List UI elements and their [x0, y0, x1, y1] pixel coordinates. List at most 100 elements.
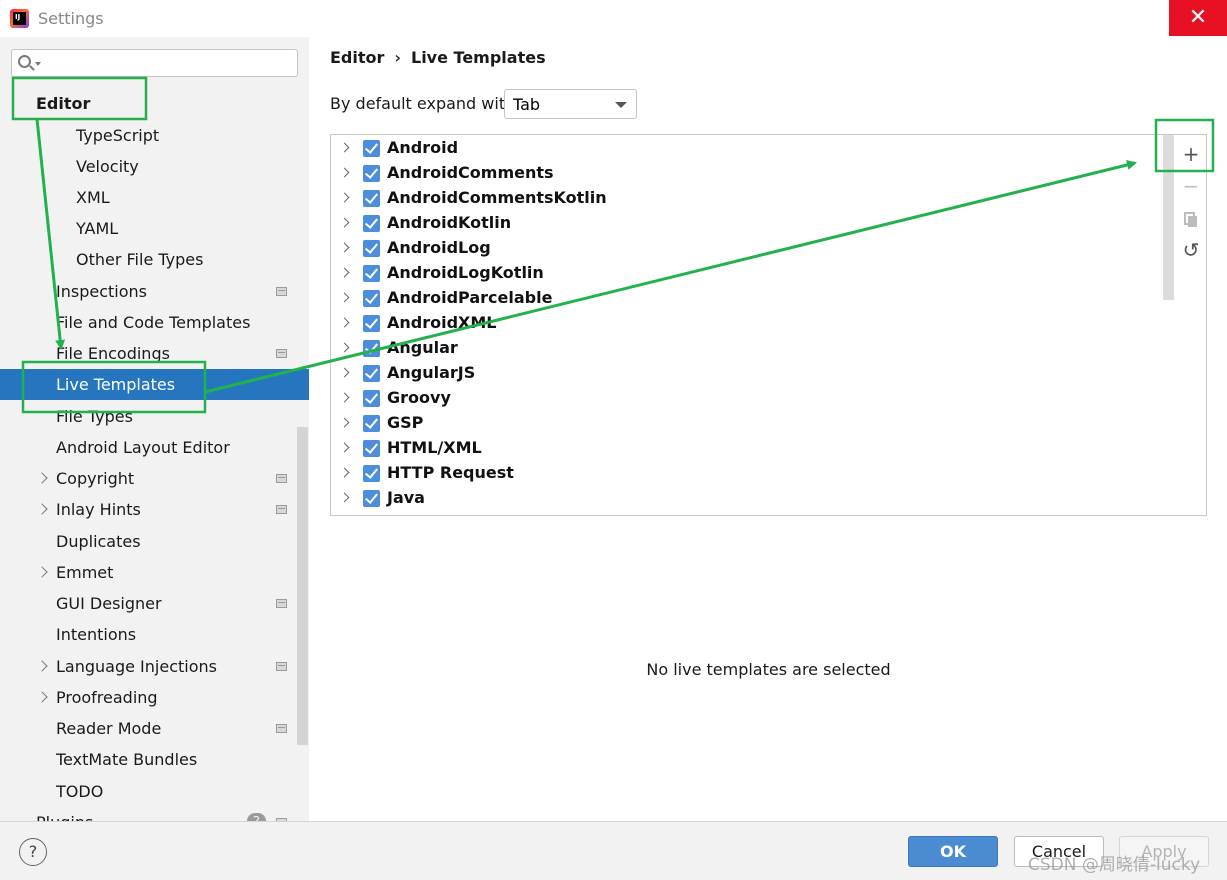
sidebar-item-label: File and Code Templates	[56, 313, 251, 332]
chevron-right-icon[interactable]	[36, 691, 48, 703]
sidebar-item-editor[interactable]: Editor	[0, 88, 309, 119]
template-group-row[interactable]: AndroidXML	[331, 311, 1176, 336]
sidebar-item-reader-mode[interactable]: Reader Mode	[0, 713, 309, 744]
template-group-row[interactable]: AndroidParcelable	[331, 286, 1176, 311]
sidebar-item-emmet[interactable]: Emmet	[0, 557, 309, 588]
copy-template-button[interactable]	[1176, 204, 1206, 232]
chevron-right-icon[interactable]	[36, 566, 48, 578]
template-group-checkbox[interactable]	[363, 215, 380, 232]
ok-button[interactable]: OK	[908, 836, 998, 867]
add-template-button[interactable]: +	[1176, 140, 1206, 168]
expand-chevron-icon[interactable]	[339, 167, 350, 178]
template-group-row[interactable]: HTML/XML	[331, 436, 1176, 461]
sidebar-item-copyright[interactable]: Copyright	[0, 463, 309, 494]
sidebar-item-label: Copyright	[56, 469, 135, 488]
template-group-checkbox[interactable]	[363, 165, 380, 182]
sidebar-item-android-layout-editor[interactable]: Android Layout Editor	[0, 432, 309, 463]
sidebar-item-label: Emmet	[56, 563, 114, 582]
sidebar-item-proofreading[interactable]: Proofreading	[0, 682, 309, 713]
template-group-checkbox[interactable]	[363, 340, 380, 357]
template-group-row[interactable]: Groovy	[331, 386, 1176, 411]
template-group-name: GSP	[387, 413, 424, 432]
sidebar-item-gui-designer[interactable]: GUI Designer	[0, 588, 309, 619]
sidebar-item-language-injections[interactable]: Language Injections	[0, 651, 309, 682]
template-group-checkbox[interactable]	[363, 440, 380, 457]
template-group-row[interactable]: AndroidLogKotlin	[331, 261, 1176, 286]
sidebar-item-inlay-hints[interactable]: Inlay Hints	[0, 494, 309, 525]
template-group-row[interactable]: AndroidKotlin	[331, 211, 1176, 236]
settings-sidebar: Editor TypeScript Velocity XML YAML Other Fil…	[0, 37, 309, 821]
sidebar-item-label: Android Layout Editor	[56, 438, 230, 457]
breadcrumb-separator: ›	[394, 48, 401, 67]
sidebar-item-textmate-bundles[interactable]: TextMate Bundles	[0, 744, 309, 775]
sidebar-scrollbar[interactable]	[297, 427, 308, 745]
template-group-checkbox[interactable]	[363, 240, 380, 257]
template-group-checkbox[interactable]	[363, 415, 380, 432]
expand-chevron-icon[interactable]	[339, 417, 350, 428]
expand-chevron-icon[interactable]	[339, 492, 350, 503]
search-input[interactable]	[11, 49, 298, 77]
expand-chevron-icon[interactable]	[339, 292, 350, 303]
sidebar-item-file-types[interactable]: File Types	[0, 401, 309, 432]
remove-template-button[interactable]: −	[1176, 172, 1206, 200]
template-group-row[interactable]: HTTP Request	[331, 461, 1176, 486]
sidebar-item-live-templates[interactable]: Live Templates	[0, 369, 309, 400]
sidebar-item-label: Editor	[36, 94, 91, 113]
sidebar-item-other-file-types[interactable]: Other File Types	[0, 244, 309, 275]
expand-chevron-icon[interactable]	[339, 317, 350, 328]
sidebar-item-xml[interactable]: XML	[0, 182, 309, 213]
breadcrumb-parent[interactable]: Editor	[330, 48, 384, 67]
expand-chevron-icon[interactable]	[339, 367, 350, 378]
search-history-chevron-icon[interactable]	[35, 62, 41, 66]
sidebar-item-todo[interactable]: TODO	[0, 776, 309, 807]
sidebar-item-plugins[interactable]: Plugins 2	[0, 807, 309, 821]
template-group-checkbox[interactable]	[363, 140, 380, 157]
template-group-checkbox[interactable]	[363, 490, 380, 507]
expand-chevron-icon[interactable]	[339, 442, 350, 453]
sidebar-item-label: Inlay Hints	[56, 500, 141, 519]
help-button[interactable]: ?	[19, 838, 47, 866]
expand-chevron-icon[interactable]	[339, 242, 350, 253]
empty-selection-message: No live templates are selected	[646, 660, 891, 679]
expand-chevron-icon[interactable]	[339, 192, 350, 203]
sidebar-item-intentions[interactable]: Intentions	[0, 619, 309, 650]
expand-with-select[interactable]: Tab	[504, 89, 637, 119]
template-group-row[interactable]: Java	[331, 486, 1176, 511]
template-group-name: HTTP Request	[387, 463, 514, 482]
template-group-checkbox[interactable]	[363, 390, 380, 407]
chevron-right-icon[interactable]	[36, 660, 48, 672]
expand-chevron-icon[interactable]	[339, 392, 350, 403]
breadcrumb-current: Live Templates	[411, 48, 546, 67]
sidebar-item-label: Duplicates	[56, 532, 141, 551]
sidebar-item-file-encodings[interactable]: File Encodings	[0, 338, 309, 369]
restore-defaults-button[interactable]: ↺	[1176, 236, 1206, 264]
expand-chevron-icon[interactable]	[339, 267, 350, 278]
close-button[interactable]: ✕	[1169, 0, 1227, 36]
sidebar-item-yaml[interactable]: YAML	[0, 213, 309, 244]
template-group-row[interactable]: AndroidComments	[331, 161, 1176, 186]
template-group-checkbox[interactable]	[363, 365, 380, 382]
template-group-row[interactable]: AngularJS	[331, 361, 1176, 386]
chevron-right-icon[interactable]	[36, 503, 48, 515]
template-group-checkbox[interactable]	[363, 265, 380, 282]
template-group-row[interactable]: GSP	[331, 411, 1176, 436]
template-group-checkbox[interactable]	[363, 290, 380, 307]
expand-chevron-icon[interactable]	[339, 467, 350, 478]
template-group-row[interactable]: AndroidLog	[331, 236, 1176, 261]
template-groups-list[interactable]: Android AndroidComments AndroidCommentsKot…	[330, 134, 1177, 516]
sidebar-item-duplicates[interactable]: Duplicates	[0, 526, 309, 557]
expand-chevron-icon[interactable]	[339, 342, 350, 353]
sidebar-item-inspections[interactable]: Inspections	[0, 276, 309, 307]
template-group-row[interactable]: AndroidCommentsKotlin	[331, 186, 1176, 211]
template-group-row[interactable]: Android	[331, 136, 1176, 161]
expand-chevron-icon[interactable]	[339, 142, 350, 153]
template-group-checkbox[interactable]	[363, 465, 380, 482]
chevron-right-icon[interactable]	[36, 472, 48, 484]
sidebar-item-typescript[interactable]: TypeScript	[0, 120, 309, 151]
expand-chevron-icon[interactable]	[339, 217, 350, 228]
template-group-row[interactable]: Angular	[331, 336, 1176, 361]
template-group-checkbox[interactable]	[363, 315, 380, 332]
template-group-checkbox[interactable]	[363, 190, 380, 207]
sidebar-item-velocity[interactable]: Velocity	[0, 151, 309, 182]
sidebar-item-file-and-code-templates[interactable]: File and Code Templates	[0, 307, 309, 338]
